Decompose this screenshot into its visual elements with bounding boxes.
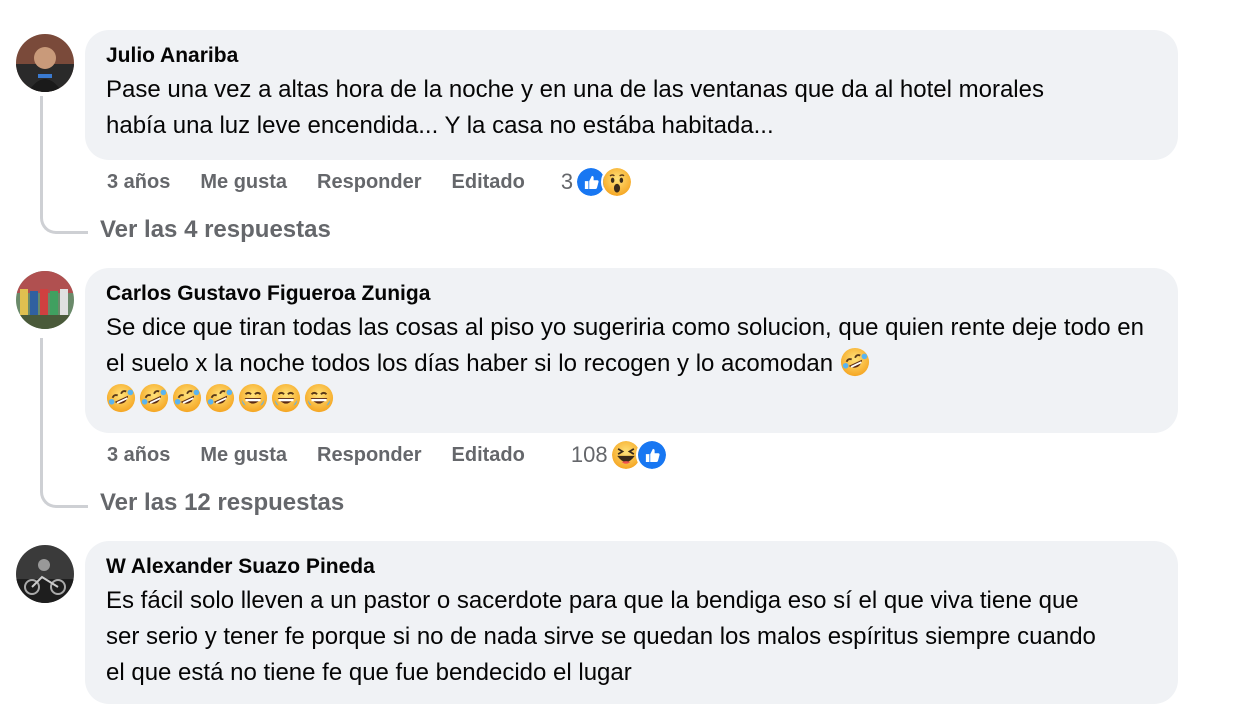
rofl-emoji-icon: [205, 383, 235, 413]
avatar[interactable]: [16, 271, 74, 329]
like-icon: [635, 439, 668, 471]
reply-button[interactable]: Responder: [317, 171, 421, 194]
comment-bubble: Julio Anariba Pase una vez a altas hora …: [85, 30, 1178, 160]
comment-actions: 3 años Me gusta Responder Editado 3: [107, 166, 634, 198]
thread-line: [40, 96, 88, 234]
like-button[interactable]: Me gusta: [200, 444, 287, 467]
grin-sweat-emoji-icon: [304, 383, 334, 413]
like-button[interactable]: Me gusta: [200, 171, 287, 194]
comment-author[interactable]: Julio Anariba: [106, 42, 1158, 70]
avatar[interactable]: [16, 545, 74, 603]
reaction-count[interactable]: 3: [561, 169, 573, 195]
thread-line: [40, 338, 88, 508]
wow-icon: [601, 166, 634, 198]
comment-author[interactable]: Carlos Gustavo Figueroa Zuniga: [106, 280, 1158, 308]
comment-text-body: Se dice que tiran todas las cosas al pis…: [106, 314, 1144, 377]
comment-bubble: W Alexander Suazo Pineda Es fácil solo l…: [85, 541, 1178, 704]
view-replies-link[interactable]: Ver las 4 respuestas: [100, 216, 331, 244]
comment-bubble: Carlos Gustavo Figueroa Zuniga Se dice q…: [85, 268, 1178, 433]
rofl-emoji-icon: [139, 383, 169, 413]
comment-timestamp[interactable]: 3 años: [107, 444, 170, 467]
comment-text: Se dice que tiran todas las cosas al pis…: [106, 310, 1151, 418]
comment-text: Pase una vez a altas hora de la noche y …: [106, 76, 1044, 139]
rofl-emoji-icon: [172, 383, 202, 413]
rofl-emoji-icon: [840, 347, 870, 377]
reply-button[interactable]: Responder: [317, 444, 421, 467]
view-replies-link[interactable]: Ver las 12 respuestas: [100, 489, 344, 517]
avatar[interactable]: [16, 34, 74, 92]
edited-label[interactable]: Editado: [452, 444, 525, 467]
comment-actions: 3 años Me gusta Responder Editado 108: [107, 439, 668, 471]
reaction-count[interactable]: 108: [571, 442, 608, 468]
comment-text: Es fácil solo lleven a un pastor o sacer…: [106, 587, 1096, 686]
grin-sweat-emoji-icon: [238, 383, 268, 413]
edited-label[interactable]: Editado: [452, 171, 525, 194]
truncated-previous-content: · · · · · · · ·: [100, 0, 209, 12]
comment-timestamp[interactable]: 3 años: [107, 171, 170, 194]
rofl-emoji-icon: [106, 383, 136, 413]
comment-author[interactable]: W Alexander Suazo Pineda: [106, 553, 1158, 581]
grin-sweat-emoji-icon: [271, 383, 301, 413]
